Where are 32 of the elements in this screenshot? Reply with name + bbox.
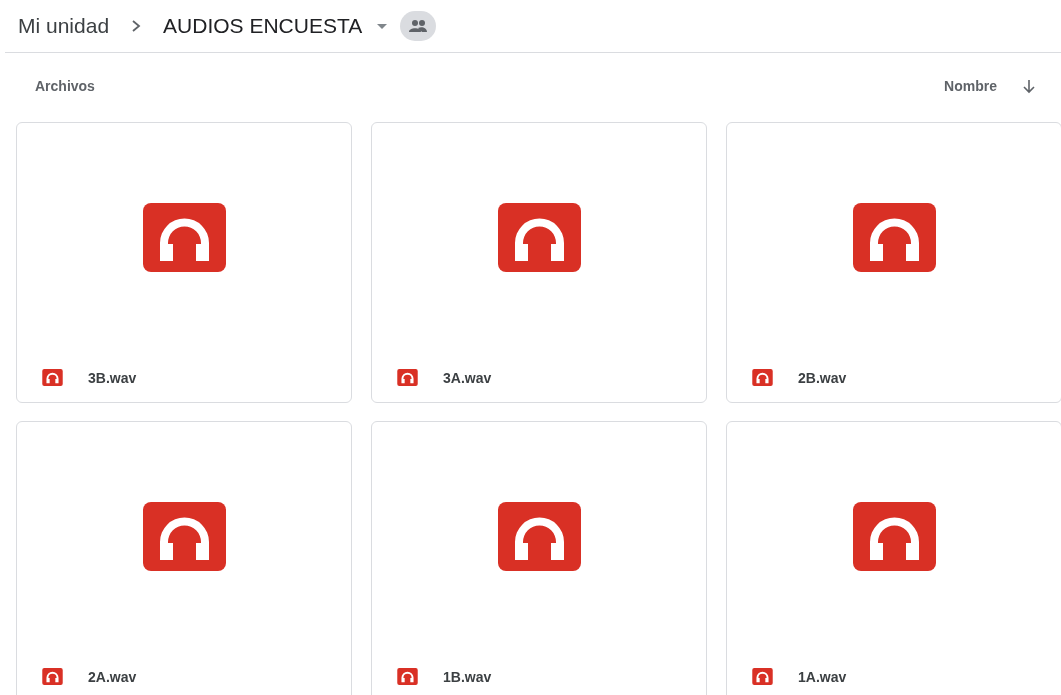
breadcrumb-item[interactable]: AUDIOS ENCUESTA: [163, 14, 363, 38]
headphones-icon: [42, 369, 63, 386]
file-name: 1A.wav: [798, 668, 847, 685]
file-card[interactable]: 3B.wav: [16, 122, 352, 403]
file-name: 2A.wav: [88, 668, 137, 685]
headphones-icon: [497, 203, 581, 272]
people-icon: [408, 19, 429, 33]
file-card[interactable]: 1B.wav: [371, 421, 707, 695]
section-title: Archivos: [35, 78, 95, 94]
file-name: 3B.wav: [88, 369, 137, 386]
file-card[interactable]: 1A.wav: [726, 421, 1061, 695]
arrow-down-icon: [1021, 78, 1037, 94]
sort-direction-button[interactable]: [1021, 78, 1037, 94]
file-name: 2B.wav: [798, 369, 847, 386]
headphones-icon: [752, 668, 773, 685]
headphones-icon: [42, 668, 63, 685]
headphones-icon: [852, 502, 936, 571]
headphones-icon: [142, 203, 226, 272]
file-card[interactable]: 3A.wav: [371, 122, 707, 403]
headphones-icon: [142, 502, 226, 571]
sort-button[interactable]: Nombre: [944, 78, 997, 94]
headphones-icon: [497, 502, 581, 571]
file-name: 3A.wav: [443, 369, 492, 386]
file-card[interactable]: 2B.wav: [726, 122, 1061, 403]
headphones-icon: [752, 369, 773, 386]
shared-people-button[interactable]: [400, 11, 437, 41]
headphones-icon: [397, 369, 418, 386]
headphones-icon: [397, 668, 418, 685]
breadcrumb-item[interactable]: Mi unidad: [18, 14, 110, 38]
file-name: 1B.wav: [443, 668, 492, 685]
file-card[interactable]: 2A.wav: [16, 421, 352, 695]
headphones-icon: [852, 203, 936, 272]
